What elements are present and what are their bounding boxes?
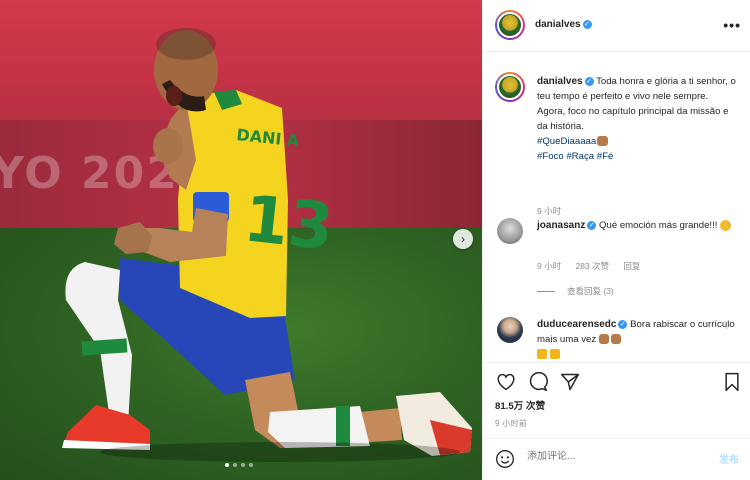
verified-badge-icon: ✓ [587,220,597,230]
reply-link[interactable]: 回复 [623,261,640,271]
commenter-avatar[interactable] [497,317,523,343]
carousel-dot [233,463,237,467]
post-comment-button[interactable]: 发布 [719,451,739,466]
share-icon[interactable] [559,371,581,393]
caption-username[interactable]: danialves [537,76,583,87]
hashtag-link[interactable]: #Raça [566,151,594,162]
post-photo[interactable]: YO 2020 DANI A 13 › [0,0,482,480]
caption-meta: 9 小时 [537,205,573,217]
comment-likes[interactable]: 283 次赞 [575,261,609,271]
comment-text: duducearensedc ✓ Bora rabiscar o currícul… [537,317,737,362]
next-slide-button[interactable]: › [453,229,473,249]
hashtag-link[interactable]: #QueDiaaaaa [537,136,596,147]
carousel-dot [241,463,245,467]
author-username[interactable]: danialves [535,19,581,30]
comment-like-icon[interactable]: ♡ [722,222,731,233]
commenter-avatar[interactable] [497,218,523,244]
post-header: danialves ✓ ••• [483,0,750,52]
commenter-username[interactable]: joanasanz [537,220,585,231]
verified-badge-icon: ✓ [618,319,628,329]
like-icon[interactable] [495,371,517,393]
caption-time: 9 小时 [537,206,562,216]
comment-time: 9 小时 [537,261,562,271]
caption-text: danialves ✓ Toda honra e glória a ti senh… [537,74,737,164]
emoji-icon[interactable] [495,449,515,472]
comment-text: joanasanz ✓ Qué emoción más grande!!! [537,218,737,233]
comment-like-icon[interactable]: ♡ [722,321,731,332]
view-replies-label: 查看回复 (3) [567,286,614,296]
praying-emoji-icon [598,334,609,345]
caption-body-2: Agora, foco no capítulo principal da mis… [537,106,729,132]
likes-count[interactable]: 81.5万 次赞 [495,398,545,412]
view-replies-link[interactable]: 查看回复 (3) [537,285,614,297]
chevron-right-icon: › [461,232,465,246]
carousel-dots [225,463,253,467]
caption-avatar[interactable] [495,72,525,102]
verified-badge-icon: ✓ [582,19,592,29]
add-comment-bar: 发布 [483,438,750,480]
post-sidebar: danialves ✓ ••• danialves ✓ Toda honra e g… [482,0,750,480]
carousel-dot [249,463,253,467]
jersey-number: 13 [240,182,336,265]
divider-line [537,291,555,293]
more-options-icon[interactable]: ••• [723,17,741,33]
comment-meta: 9 小时 283 次赞 回复 [537,260,652,272]
comment-body: Qué emoción más grande!!! [599,220,718,231]
praying-emoji-icon [597,136,609,147]
post-timestamp: 9 小时前 [495,419,528,428]
hashtag-link[interactable]: #Fé [597,151,614,162]
hashtag-link[interactable]: #Foco [537,151,564,162]
carousel-dot [225,463,229,467]
verified-badge-icon: ✓ [584,76,594,86]
player-illustration: DANI A 13 [62,28,472,462]
comment-icon[interactable] [527,371,549,393]
comments-list: danialves ✓ Toda honra e glória a ti senh… [483,52,750,362]
trophy-emoji-icon [537,349,547,360]
instagram-post-view: YO 2020 DANI A 13 › danialves ✓ ••• dani… [0,0,750,480]
comment-input[interactable] [527,451,697,462]
commenter-username[interactable]: duducearensedc [537,319,616,330]
trophy-emoji-icon [550,349,560,360]
praying-emoji-icon [610,334,621,345]
author-avatar[interactable] [495,10,525,40]
bookmark-icon[interactable] [721,371,743,393]
post-actions: 81.5万 次赞 9 小时前 [483,362,750,438]
